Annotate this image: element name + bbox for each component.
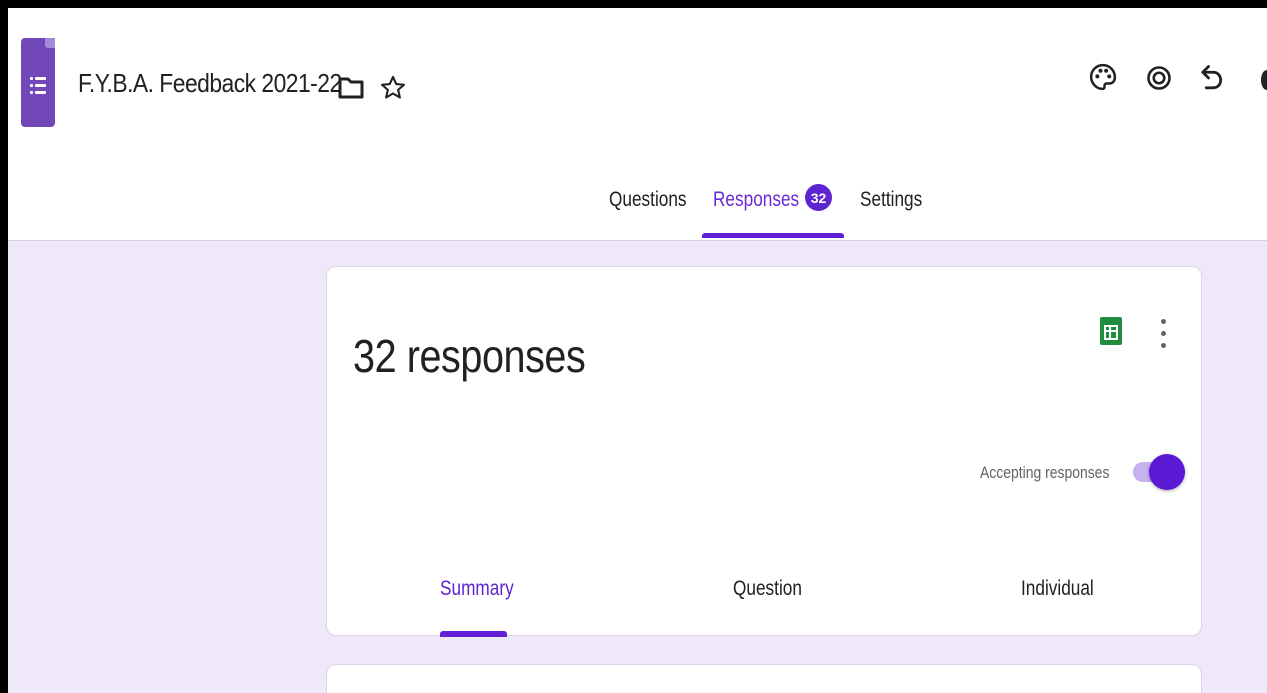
more-vert-icon[interactable]: [1159, 319, 1167, 349]
subtab-individual[interactable]: Individual: [1021, 577, 1094, 601]
tab-settings[interactable]: Settings: [860, 188, 922, 212]
star-icon[interactable]: [379, 74, 407, 102]
overflow-icon[interactable]: [1261, 70, 1267, 90]
next-card: [326, 664, 1202, 693]
eye-icon[interactable]: [1145, 64, 1173, 92]
tab-questions[interactable]: Questions: [609, 188, 687, 212]
form-title[interactable]: F.Y.B.A. Feedback 2021-22: [78, 68, 342, 99]
active-tab-indicator: [702, 233, 844, 238]
accepting-responses-toggle[interactable]: [1133, 454, 1185, 490]
google-sheets-icon[interactable]: [1100, 317, 1122, 345]
responses-count: 32 responses: [353, 330, 586, 382]
responses-count-badge: 32: [805, 184, 832, 211]
palette-icon[interactable]: [1088, 62, 1118, 92]
form-tabs: Questions Responses Settings: [8, 178, 1267, 240]
active-subtab-indicator: [440, 631, 507, 637]
app-header: F.Y.B.A. Feedback 2021-22 Questions Resp…: [8, 8, 1267, 241]
accepting-responses-label: Accepting responses: [980, 463, 1110, 482]
undo-icon[interactable]: [1198, 63, 1226, 93]
responses-summary-card: 32 responses Accepting responses Summary…: [326, 266, 1202, 637]
tab-responses[interactable]: Responses: [713, 188, 799, 212]
google-forms-icon[interactable]: [21, 38, 55, 127]
folder-icon[interactable]: [337, 76, 365, 100]
app-frame: F.Y.B.A. Feedback 2021-22 Questions Resp…: [8, 8, 1267, 693]
subtab-question[interactable]: Question: [733, 577, 802, 601]
subtab-summary[interactable]: Summary: [440, 577, 514, 601]
